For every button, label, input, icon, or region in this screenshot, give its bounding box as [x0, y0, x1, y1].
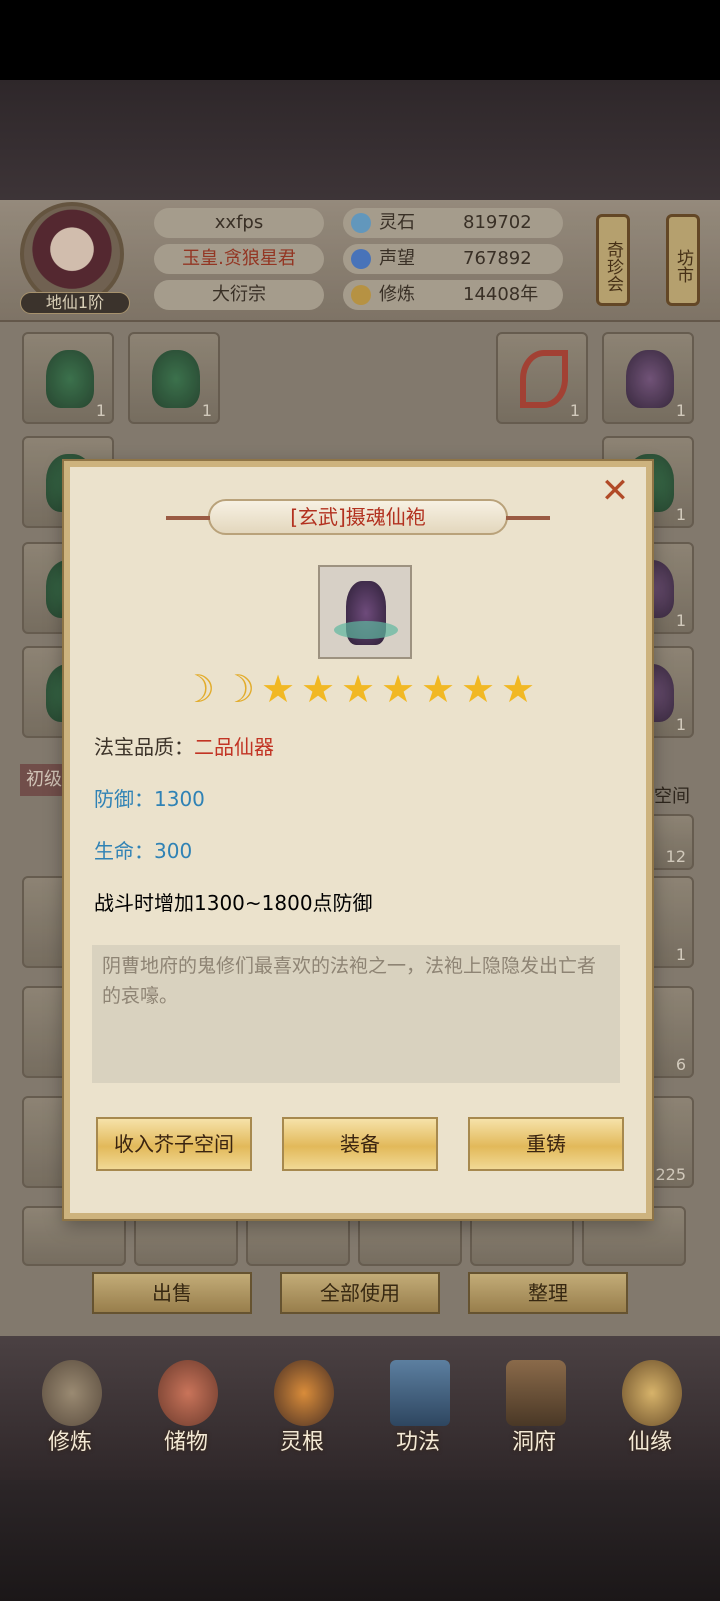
- nav-storage[interactable]: 储物: [138, 1354, 234, 1464]
- effect-text: 战斗时增加1300~1800点防御: [94, 891, 373, 915]
- status-bar-area: [0, 0, 720, 80]
- close-icon[interactable]: ✕: [600, 474, 630, 508]
- star-icon: ★: [380, 667, 416, 711]
- item-icon: [318, 565, 412, 659]
- item-detail-dialog: ✕ [玄武]摄魂仙袍 ☽ ☽ ★ ★ ★ ★ ★ ★ ★ 法宝品质：二品仙器 防御：1300 生…: [64, 461, 652, 1219]
- spirit-root-icon: [274, 1360, 334, 1426]
- bottom-nav: 修炼 储物 灵根 功法 洞府 仙缘: [0, 1336, 720, 1480]
- star-icon: ★: [420, 667, 456, 711]
- defense-row: 防御：1300: [94, 787, 205, 811]
- equip-button[interactable]: 装备: [282, 1117, 438, 1171]
- house-icon: [506, 1360, 566, 1426]
- nav-fate[interactable]: 仙缘: [602, 1354, 698, 1464]
- item-title: [玄武]摄魂仙袍: [166, 499, 550, 535]
- nav-cultivate[interactable]: 修炼: [22, 1354, 118, 1464]
- reforge-button[interactable]: 重铸: [468, 1117, 624, 1171]
- moon-icon: ☽: [220, 667, 256, 711]
- monk-icon: [42, 1360, 102, 1426]
- nav-cave[interactable]: 洞府: [486, 1354, 582, 1464]
- hp-row: 生命：300: [94, 839, 193, 863]
- book-icon: [390, 1360, 450, 1426]
- moon-icon: ☽: [180, 667, 216, 711]
- item-description: 阴曹地府的鬼修们最喜欢的法袍之一，法袍上隐隐发出亡者的哀嚎。: [92, 945, 620, 1083]
- bag-icon: [158, 1360, 218, 1426]
- quality-row: 法宝品质：二品仙器: [94, 735, 274, 759]
- bottom-area: [0, 1480, 720, 1601]
- nav-techniques[interactable]: 功法: [370, 1354, 466, 1464]
- star-icon: ★: [300, 667, 336, 711]
- star-icon: ★: [500, 667, 536, 711]
- nav-spirit-root[interactable]: 灵根: [254, 1354, 350, 1464]
- star-rating: ☽ ☽ ★ ★ ★ ★ ★ ★ ★: [70, 667, 646, 711]
- star-icon: ★: [340, 667, 376, 711]
- gourd-icon: [622, 1360, 682, 1426]
- store-to-space-button[interactable]: 收入芥子空间: [96, 1117, 252, 1171]
- star-icon: ★: [260, 667, 296, 711]
- star-icon: ★: [460, 667, 496, 711]
- top-banner: [0, 80, 720, 200]
